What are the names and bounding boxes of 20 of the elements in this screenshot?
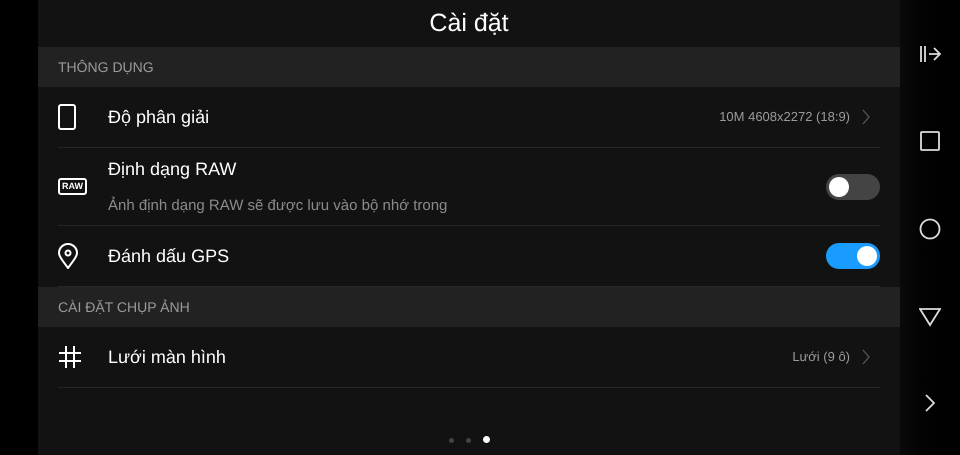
recent-apps-icon[interactable] [920,130,940,150]
raw-icon: RAW [58,178,87,195]
home-icon[interactable] [919,218,941,240]
back-icon[interactable] [919,306,941,326]
page-title: Cài đặt [429,8,509,39]
location-pin-icon [58,243,78,269]
setting-value: 10M 4608x2272 (18:9) [719,108,850,126]
toggle-switch[interactable] [826,174,880,200]
collapse-icon[interactable] [919,44,941,64]
setting-label: Độ phân giải [108,106,210,129]
setting-label: Đánh dấu GPS [108,244,230,268]
grid-icon [58,345,82,369]
phone-icon [58,104,76,130]
section-header: THÔNG DỤNG [58,58,154,76]
setting-value: Lưới (9 ô) [792,348,850,366]
toggle-switch[interactable] [826,243,880,269]
setting-label: Định dạng RAW [108,158,238,181]
section-header: CÀI ĐẶT CHỤP ẢNH [58,298,190,316]
setting-label: Lưới màn hình [108,346,227,368]
setting-description: Ảnh định dạng RAW sẽ được lưu vào bộ nhớ trong [108,196,448,216]
